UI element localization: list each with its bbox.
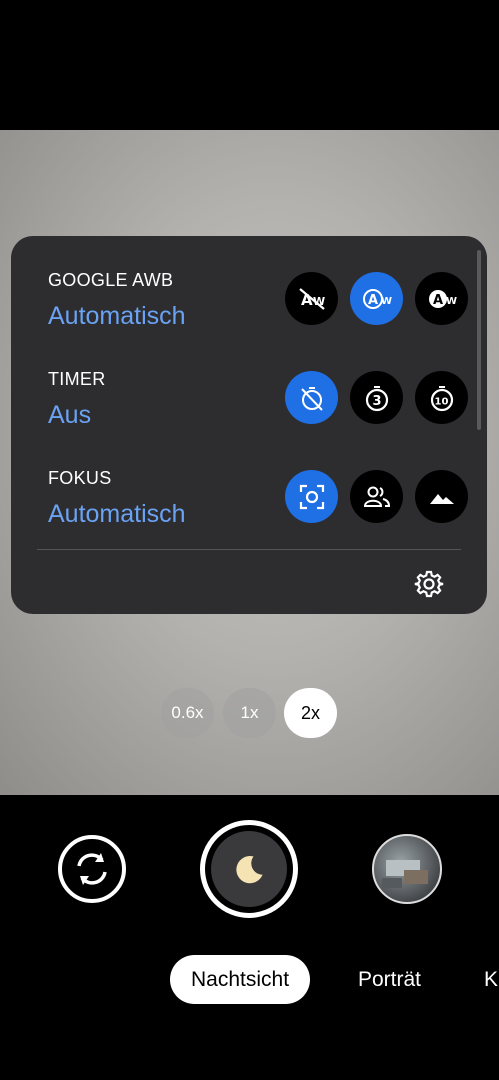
setting-row-timer: TIMER Aus 3 10 <box>48 369 468 449</box>
focus-people-option[interactable] <box>350 470 403 523</box>
settings-button[interactable] <box>411 566 447 602</box>
timer-off-icon <box>300 386 323 411</box>
mode-portrait[interactable]: Porträt <box>358 955 421 1004</box>
setting-row-focus: FOKUS Automatisch <box>48 468 468 548</box>
timer-10s-icon: 10 <box>430 385 453 411</box>
focus-auto-option[interactable] <box>285 470 338 523</box>
svg-text:10: 10 <box>434 396 448 407</box>
zoom-1x-button[interactable]: 1x <box>223 688 276 738</box>
focus-auto-icon <box>299 484 324 509</box>
focus-landscape-icon <box>429 493 454 504</box>
switch-camera-icon <box>58 835 126 903</box>
timer-3s-icon: 3 <box>365 385 388 411</box>
svg-text:W: W <box>446 296 457 307</box>
focus-label: FOKUS <box>48 468 112 488</box>
panel-divider <box>37 549 461 550</box>
timer-3s-option[interactable]: 3 <box>350 371 403 424</box>
awb-manual-icon: A W <box>428 289 457 308</box>
focus-landscape-option[interactable] <box>415 470 468 523</box>
awb-auto-icon: A W <box>362 288 392 309</box>
awb-off-icon: A W <box>298 287 325 310</box>
zoom-0-6x-button[interactable]: 0.6x <box>161 688 214 738</box>
timer-value: Aus <box>48 401 92 429</box>
focus-value: Automatisch <box>48 500 186 528</box>
timer-off-option[interactable] <box>285 371 338 424</box>
awb-auto-option[interactable]: A W <box>350 272 403 325</box>
timer-label: TIMER <box>48 369 106 389</box>
svg-text:A: A <box>368 293 378 308</box>
svg-text:3: 3 <box>372 394 381 409</box>
mode-night-sight[interactable]: Nachtsicht <box>170 955 311 1004</box>
setting-row-awb: GOOGLE AWB Automatisch A W A W A W <box>48 270 468 350</box>
mode-next-partial[interactable]: K <box>484 955 498 1004</box>
shutter-inner <box>211 831 287 907</box>
switch-camera-button[interactable] <box>57 834 127 904</box>
thumbnail-detail <box>382 878 402 888</box>
thumbnail-detail <box>404 870 428 884</box>
timer-10s-option[interactable]: 10 <box>415 371 468 424</box>
zoom-2x-button[interactable]: 2x <box>284 688 337 738</box>
quick-settings-panel: GOOGLE AWB Automatisch A W A W A W TIMER… <box>11 236 487 614</box>
svg-text:A: A <box>433 293 443 308</box>
svg-text:W: W <box>381 296 392 307</box>
shutter-button[interactable] <box>200 820 298 918</box>
gallery-thumbnail[interactable] <box>372 834 442 904</box>
awb-manual-option[interactable]: A W <box>415 272 468 325</box>
awb-label: GOOGLE AWB <box>48 270 174 290</box>
awb-off-option[interactable]: A W <box>285 272 338 325</box>
night-moon-icon <box>236 856 263 884</box>
focus-people-icon <box>363 486 390 507</box>
gear-icon <box>414 570 444 598</box>
panel-scrollbar[interactable] <box>477 250 481 430</box>
awb-value: Automatisch <box>48 302 186 330</box>
